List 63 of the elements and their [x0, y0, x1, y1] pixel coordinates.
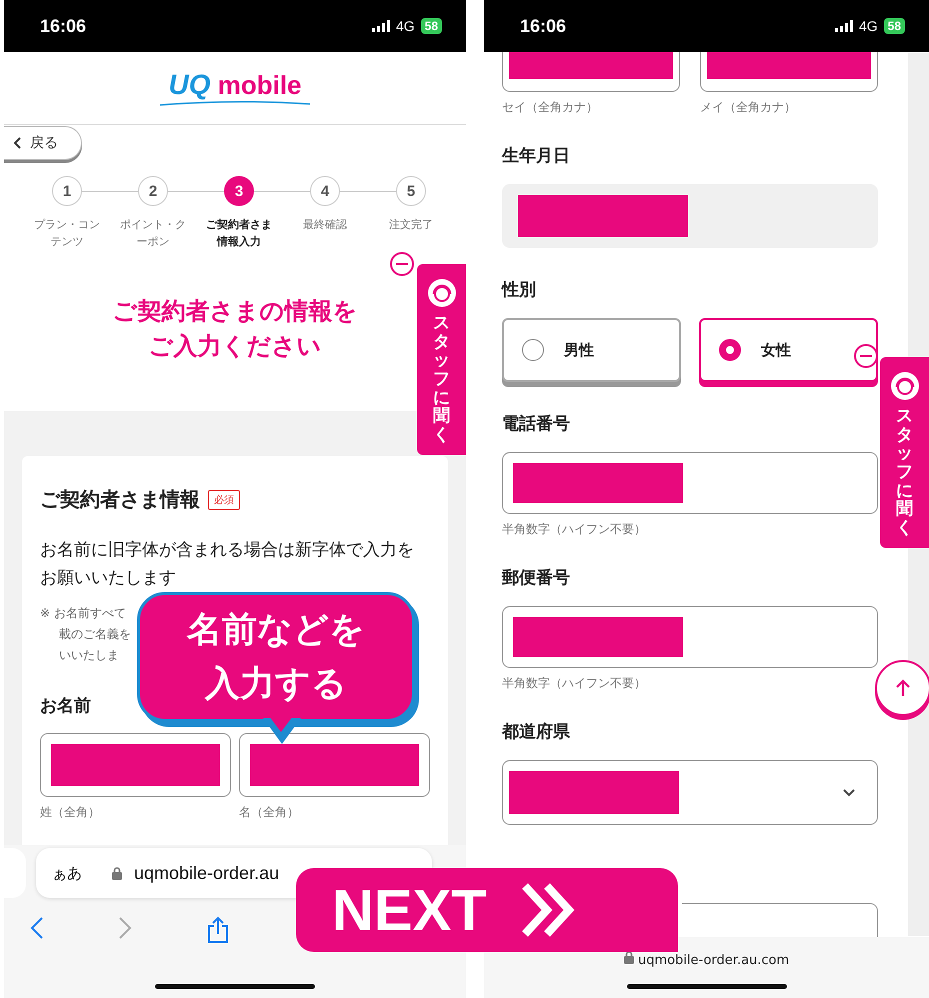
step-label: ご契約者さま 情報入力 [206, 217, 272, 250]
section-title: ご契約者さま情報 [40, 486, 200, 513]
field-hint: 半角数字（ハイフン不要） [502, 676, 647, 690]
required-badge: 必須 [208, 490, 240, 510]
text-field[interactable] [502, 606, 878, 668]
name-field[interactable] [40, 733, 231, 797]
field-hint: 姓（全角） [40, 805, 101, 819]
field-hint: メイ（全角カナ） [700, 100, 797, 114]
chevron-down-icon [843, 788, 855, 796]
ask-staff-tab[interactable]: スタッフに聞く [417, 264, 466, 455]
step-number: 5 [396, 176, 426, 206]
ask-staff-tab[interactable]: スタッフに聞く [880, 357, 929, 548]
lock-icon [624, 951, 634, 964]
step-label: 注文完了 [389, 217, 433, 233]
signal-icon [372, 20, 390, 32]
field-label: お名前 [40, 695, 92, 717]
prefecture-select[interactable] [502, 760, 878, 825]
url-text: uqmobile-order.au.com [624, 951, 790, 968]
note-text: ※ お名前すべて [40, 605, 126, 622]
birthdate-field[interactable] [502, 184, 878, 248]
brand-logo: UQ mobile [160, 70, 310, 106]
note-text: いいたしま [59, 647, 119, 664]
chevron-left-icon [14, 137, 22, 149]
field-label: 生年月日 [502, 145, 571, 168]
step-number: 3 [224, 176, 254, 206]
field-label: 電話番号 [502, 413, 571, 436]
field-hint: 名（全角） [239, 805, 300, 819]
text-field[interactable] [502, 452, 878, 514]
minimize-button[interactable] [390, 252, 414, 276]
lock-icon [112, 866, 122, 880]
kana-field[interactable] [700, 52, 878, 92]
step-label: 最終確認 [303, 217, 347, 233]
back-button[interactable]: 戻る [4, 126, 82, 160]
field-label: 郵便番号 [502, 567, 571, 590]
step-number: 2 [138, 176, 168, 206]
clock-time: 16:06 [40, 16, 86, 36]
battery-level: 58 [884, 18, 905, 34]
notice-text: お名前に旧字体が含まれる場合は新字体で入力をお願いいたします [40, 538, 415, 589]
next-banner: NEXT [296, 868, 678, 952]
minus-icon [396, 263, 408, 265]
note-text: 載のご名義を [59, 626, 131, 643]
step-number: 1 [52, 176, 82, 206]
step-label: ポイント・ク ーポン [120, 217, 186, 250]
url-text: uqmobile-order.au [134, 862, 280, 884]
field-label: 都道府県 [502, 721, 571, 744]
back-icon[interactable] [30, 916, 44, 940]
text-size-button[interactable]: ぁあ [52, 864, 82, 882]
field-label: 性別 [502, 279, 537, 302]
field-hint: 半角数字（ハイフン不要） [502, 522, 647, 536]
minus-icon [860, 355, 872, 357]
step-number: 4 [310, 176, 340, 206]
step-label: プラン・コン テンツ [34, 217, 100, 250]
name-field[interactable] [239, 733, 430, 797]
kana-field[interactable] [502, 52, 680, 92]
page-title: ご契約者さまの情報を ご入力ください [112, 296, 358, 362]
clock-time: 16:06 [520, 16, 566, 36]
battery-level: 58 [420, 18, 442, 34]
network-type: 4G [396, 18, 415, 34]
field-hint: セイ（全角カナ） [502, 100, 599, 114]
share-icon[interactable] [206, 916, 230, 944]
signal-icon [834, 20, 853, 32]
arrow-up-icon [896, 679, 910, 697]
network-type: 4G [858, 18, 878, 34]
